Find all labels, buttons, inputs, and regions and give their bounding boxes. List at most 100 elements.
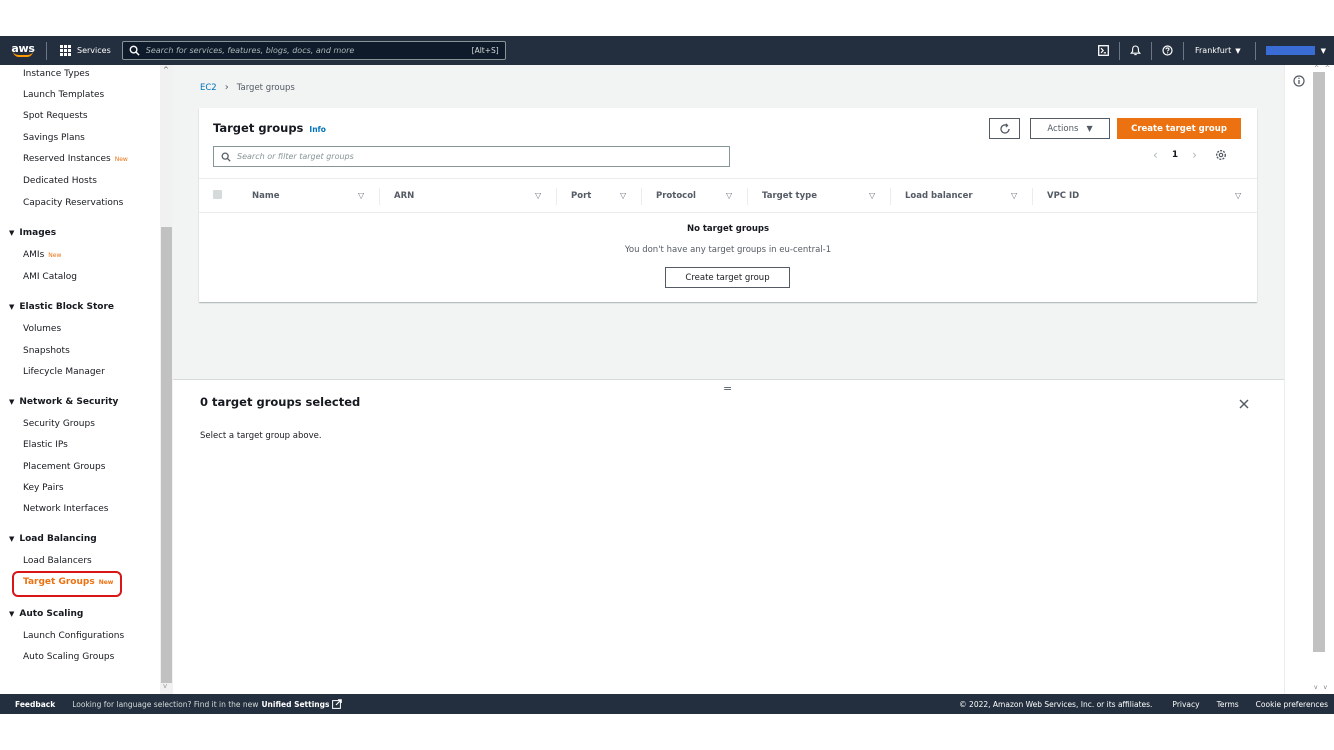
terms-link[interactable]: Terms [1217,700,1239,709]
sidebar-item-savings-plans[interactable]: Savings Plans [23,133,85,144]
sidebar-item-elastic-ips[interactable]: Elastic IPs [23,440,68,451]
help-button[interactable] [1152,36,1183,65]
filter-input[interactable] [237,152,722,161]
sidebar-section-network-security[interactable]: ▼ Network & Security [9,397,118,408]
sidebar-item-dedicated-hosts[interactable]: Dedicated Hosts [23,176,97,187]
info-link[interactable]: Info [309,125,326,134]
sidebar-item-instance-types[interactable]: Instance Types [23,69,90,80]
sidebar-scrollbar[interactable]: ^ v [160,65,173,694]
sort-icon[interactable]: ▽ [358,191,364,200]
empty-state-title: No target groups [686,224,770,234]
column-header-protocol[interactable]: Protocol [656,191,696,201]
help-icon [1162,45,1173,56]
caret-down-icon: ▼ [9,610,15,618]
column-divider[interactable] [379,188,380,205]
page-scrollbar[interactable]: ^ ^ v v [1312,65,1334,694]
sidebar-item-capacity-reservations[interactable]: Capacity Reservations [23,198,123,209]
search-shortcut-hint: [Alt+S] [471,46,499,55]
column-divider[interactable] [890,188,891,205]
region-selector[interactable]: Frankfurt ▼ [1184,46,1255,55]
sidebar-item-launch-templates[interactable]: Launch Templates [23,90,104,101]
empty-state-create-button[interactable]: Create target group [665,267,790,288]
services-menu-button[interactable]: Services [47,36,120,65]
sidebar-section-elastic-block-store[interactable]: ▼ Elastic Block Store [9,302,114,313]
global-search-input[interactable] [145,46,472,55]
sidebar-item-load-balancers[interactable]: Load Balancers [23,556,92,567]
chevron-right-icon[interactable]: › [1192,148,1197,162]
breadcrumb-link-ec2[interactable]: EC2 [200,83,217,93]
column-header-name[interactable]: Name [252,191,279,201]
page-number[interactable]: 1 [1172,150,1178,160]
tools-rail [1284,65,1312,694]
global-search-box[interactable]: [Alt+S] [121,41,506,60]
sort-icon[interactable]: ▽ [869,191,875,200]
scroll-up-icon[interactable]: ^ [163,66,169,74]
sidebar-item-reserved-instances[interactable]: Reserved Instances New [23,154,128,165]
sidebar-item-network-interfaces[interactable]: Network Interfaces [23,504,108,515]
caret-down-icon: ▼ [9,229,15,237]
preferences-button[interactable] [1215,149,1227,161]
unified-settings-link[interactable]: Unified Settings [261,699,343,709]
account-menu[interactable]: ▼ [1256,46,1334,55]
column-divider[interactable] [641,188,642,205]
scroll-down-icon[interactable]: v [163,682,167,690]
sidebar-section-images[interactable]: ▼ Images [9,228,56,239]
sidebar-item-lifecycle-manager[interactable]: Lifecycle Manager [23,367,105,378]
sidebar-item-placement-groups[interactable]: Placement Groups [23,462,105,473]
select-all-checkbox[interactable] [213,190,222,199]
sidebar-item-spot-requests[interactable]: Spot Requests [23,111,88,122]
sidebar-item-volumes[interactable]: Volumes [23,324,61,335]
cloudshell-button[interactable] [1088,36,1119,65]
sidebar-section-auto-scaling[interactable]: ▼ Auto Scaling [9,609,83,620]
sidebar-item-key-pairs[interactable]: Key Pairs [23,483,64,494]
sidebar-item-auto-scaling-groups[interactable]: Auto Scaling Groups [23,652,114,663]
chevron-right-icon: › [224,82,229,93]
actions-dropdown-button[interactable]: Actions ▼ [1030,118,1110,139]
refresh-button[interactable] [989,118,1020,139]
caret-down-icon: ▼ [9,303,15,311]
feedback-link[interactable]: Feedback [15,700,55,709]
cookie-preferences-link[interactable]: Cookie preferences [1256,700,1328,709]
sidebar-scrollbar-thumb[interactable] [161,227,172,683]
sidebar-section-load-balancing[interactable]: ▼ Load Balancing [9,534,97,545]
filter-box[interactable] [213,146,730,167]
column-divider[interactable] [1032,188,1033,205]
new-badge: New [114,156,128,163]
language-hint: Looking for language selection? Find it … [72,699,259,709]
drag-handle-icon[interactable]: = [723,382,732,395]
aws-logo[interactable]: aws [0,36,46,65]
sidebar-item-ami-catalog[interactable]: AMI Catalog [23,272,77,283]
sidebar-item-launch-configurations[interactable]: Launch Configurations [23,631,124,642]
chevron-left-icon[interactable]: ‹ [1153,148,1158,162]
column-header-arn[interactable]: ARN [394,191,414,201]
info-icon [1293,75,1305,87]
sort-icon[interactable]: ▽ [726,191,732,200]
notifications-button[interactable] [1120,36,1151,65]
sort-icon[interactable]: ▽ [1235,191,1241,200]
privacy-link[interactable]: Privacy [1172,700,1199,709]
column-divider[interactable] [556,188,557,205]
grid-icon [60,45,71,56]
sidebar-item-target-groups[interactable]: Target Groups New [23,577,113,588]
create-target-group-button[interactable]: Create target group [1117,118,1241,139]
search-icon [129,45,140,56]
sidebar-item-snapshots[interactable]: Snapshots [23,346,70,357]
scroll-up-icon[interactable]: ^ ^ [1314,65,1332,72]
column-header-target-type[interactable]: Target type [762,191,817,201]
page-scrollbar-thumb[interactable] [1313,72,1325,652]
column-header-load-balancer[interactable]: Load balancer [905,191,973,201]
sidebar-item-security-groups[interactable]: Security Groups [23,419,95,430]
column-header-vpc-id[interactable]: VPC ID [1047,191,1079,201]
sort-icon[interactable]: ▽ [620,191,626,200]
info-panel-button[interactable] [1293,72,1305,91]
column-divider[interactable] [747,188,748,205]
sort-icon[interactable]: ▽ [535,191,541,200]
sort-icon[interactable]: ▽ [1011,191,1017,200]
refresh-icon [999,122,1010,134]
scroll-down-icon[interactable]: v v [1314,684,1329,691]
top-navigation: aws Services [Alt+S] [0,36,1334,65]
close-split-panel-button[interactable] [1239,394,1249,413]
column-header-port[interactable]: Port [571,191,591,201]
sidebar-item-amis[interactable]: AMIs New [23,250,61,261]
caret-down-icon: ▼ [1320,46,1326,55]
